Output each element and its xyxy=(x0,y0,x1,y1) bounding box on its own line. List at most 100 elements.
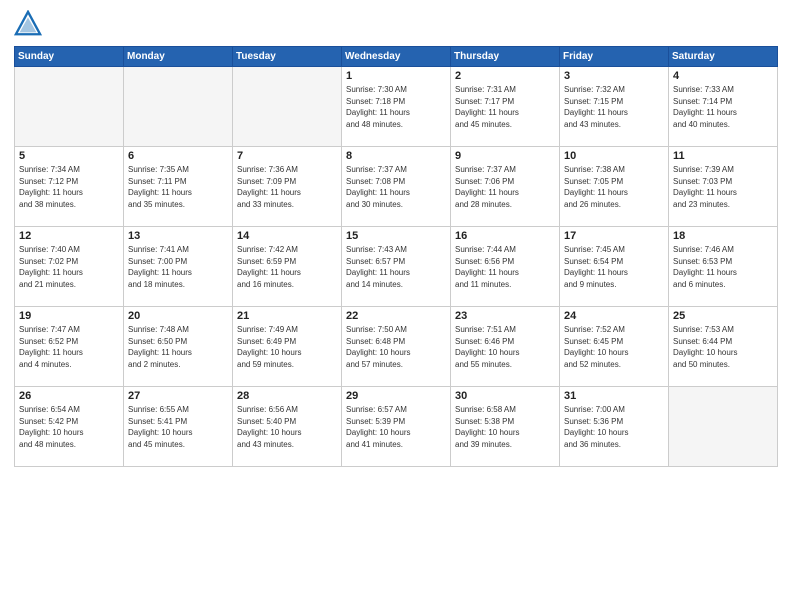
day-number: 1 xyxy=(346,70,446,82)
day-info: Sunrise: 6:56 AM Sunset: 5:40 PM Dayligh… xyxy=(237,404,337,450)
day-info: Sunrise: 7:51 AM Sunset: 6:46 PM Dayligh… xyxy=(455,324,555,370)
week-row-4: 19 Sunrise: 7:47 AM Sunset: 6:52 PM Dayli… xyxy=(15,307,778,387)
day-cell: 4Sunrise: 7:33 AM Sunset: 7:14 PM Daylig… xyxy=(669,67,778,147)
day-cell: 27 Sunrise: 6:55 AM Sunset: 5:41 PM Dayli… xyxy=(124,387,233,467)
day-cell: 21Sunrise: 7:49 AM Sunset: 6:49 PM Dayli… xyxy=(233,307,342,387)
day-cell: 9Sunrise: 7:37 AM Sunset: 7:06 PM Daylig… xyxy=(451,147,560,227)
day-cell xyxy=(669,387,778,467)
week-row-1: 1Sunrise: 7:30 AM Sunset: 7:18 PM Daylig… xyxy=(15,67,778,147)
day-number: 13 xyxy=(128,230,228,242)
day-info: Sunrise: 7:47 AM Sunset: 6:52 PM Dayligh… xyxy=(19,324,119,370)
header-cell-sunday: Sunday xyxy=(15,47,124,67)
logo xyxy=(14,10,46,38)
day-number: 12 xyxy=(19,230,119,242)
day-info: Sunrise: 7:37 AM Sunset: 7:08 PM Dayligh… xyxy=(346,164,446,210)
day-cell: 24 Sunrise: 7:52 AM Sunset: 6:45 PM Dayli… xyxy=(560,307,669,387)
header xyxy=(14,10,778,38)
day-number: 25 xyxy=(673,310,773,322)
day-cell xyxy=(233,67,342,147)
day-number: 31 xyxy=(564,390,664,402)
day-info: Sunrise: 7:41 AM Sunset: 7:00 PM Dayligh… xyxy=(128,244,228,290)
page: SundayMondayTuesdayWednesdayThursdayFrid… xyxy=(0,0,792,612)
day-info: Sunrise: 7:45 AM Sunset: 6:54 PM Dayligh… xyxy=(564,244,664,290)
header-row: SundayMondayTuesdayWednesdayThursdayFrid… xyxy=(15,47,778,67)
header-cell-thursday: Thursday xyxy=(451,47,560,67)
day-cell: 22Sunrise: 7:50 AM Sunset: 6:48 PM Dayli… xyxy=(342,307,451,387)
day-info: Sunrise: 7:44 AM Sunset: 6:56 PM Dayligh… xyxy=(455,244,555,290)
day-number: 19 xyxy=(19,310,119,322)
day-info: Sunrise: 7:37 AM Sunset: 7:06 PM Dayligh… xyxy=(455,164,555,210)
day-info: Sunrise: 7:36 AM Sunset: 7:09 PM Dayligh… xyxy=(237,164,337,210)
day-number: 2 xyxy=(455,70,555,82)
day-info: Sunrise: 7:40 AM Sunset: 7:02 PM Dayligh… xyxy=(19,244,119,290)
day-info: Sunrise: 7:00 AM Sunset: 5:36 PM Dayligh… xyxy=(564,404,664,450)
day-info: Sunrise: 6:57 AM Sunset: 5:39 PM Dayligh… xyxy=(346,404,446,450)
day-info: Sunrise: 7:50 AM Sunset: 6:48 PM Dayligh… xyxy=(346,324,446,370)
day-cell: 18Sunrise: 7:46 AM Sunset: 6:53 PM Dayli… xyxy=(669,227,778,307)
day-cell: 17 Sunrise: 7:45 AM Sunset: 6:54 PM Dayli… xyxy=(560,227,669,307)
day-number: 14 xyxy=(237,230,337,242)
day-info: Sunrise: 7:53 AM Sunset: 6:44 PM Dayligh… xyxy=(673,324,773,370)
day-number: 10 xyxy=(564,150,664,162)
day-number: 6 xyxy=(128,150,228,162)
day-cell: 23Sunrise: 7:51 AM Sunset: 6:46 PM Dayli… xyxy=(451,307,560,387)
day-number: 28 xyxy=(237,390,337,402)
header-cell-saturday: Saturday xyxy=(669,47,778,67)
day-number: 17 xyxy=(564,230,664,242)
day-number: 18 xyxy=(673,230,773,242)
day-cell: 28 Sunrise: 6:56 AM Sunset: 5:40 PM Dayli… xyxy=(233,387,342,467)
day-cell xyxy=(15,67,124,147)
day-cell: 16 Sunrise: 7:44 AM Sunset: 6:56 PM Dayli… xyxy=(451,227,560,307)
day-cell: 13 Sunrise: 7:41 AM Sunset: 7:00 PM Dayli… xyxy=(124,227,233,307)
day-number: 21 xyxy=(237,310,337,322)
day-cell: 12 Sunrise: 7:40 AM Sunset: 7:02 PM Dayli… xyxy=(15,227,124,307)
day-number: 4 xyxy=(673,70,773,82)
day-number: 3 xyxy=(564,70,664,82)
day-number: 29 xyxy=(346,390,446,402)
day-cell xyxy=(124,67,233,147)
day-number: 16 xyxy=(455,230,555,242)
day-info: Sunrise: 7:52 AM Sunset: 6:45 PM Dayligh… xyxy=(564,324,664,370)
day-cell: 5Sunrise: 7:34 AM Sunset: 7:12 PM Daylig… xyxy=(15,147,124,227)
day-number: 27 xyxy=(128,390,228,402)
day-number: 8 xyxy=(346,150,446,162)
day-cell: 3 Sunrise: 7:32 AM Sunset: 7:15 PM Daylig… xyxy=(560,67,669,147)
day-cell: 30 Sunrise: 6:58 AM Sunset: 5:38 PM Dayli… xyxy=(451,387,560,467)
day-info: Sunrise: 7:31 AM Sunset: 7:17 PM Dayligh… xyxy=(455,84,555,130)
day-info: Sunrise: 7:34 AM Sunset: 7:12 PM Dayligh… xyxy=(19,164,119,210)
day-cell: 11 Sunrise: 7:39 AM Sunset: 7:03 PM Dayli… xyxy=(669,147,778,227)
day-cell: 15Sunrise: 7:43 AM Sunset: 6:57 PM Dayli… xyxy=(342,227,451,307)
logo-icon xyxy=(14,10,42,38)
day-cell: 1Sunrise: 7:30 AM Sunset: 7:18 PM Daylig… xyxy=(342,67,451,147)
day-cell: 8 Sunrise: 7:37 AM Sunset: 7:08 PM Daylig… xyxy=(342,147,451,227)
day-info: Sunrise: 6:55 AM Sunset: 5:41 PM Dayligh… xyxy=(128,404,228,450)
day-info: Sunrise: 7:48 AM Sunset: 6:50 PM Dayligh… xyxy=(128,324,228,370)
day-info: Sunrise: 6:58 AM Sunset: 5:38 PM Dayligh… xyxy=(455,404,555,450)
day-cell: 25 Sunrise: 7:53 AM Sunset: 6:44 PM Dayli… xyxy=(669,307,778,387)
day-cell: 20 Sunrise: 7:48 AM Sunset: 6:50 PM Dayli… xyxy=(124,307,233,387)
day-cell: 29 Sunrise: 6:57 AM Sunset: 5:39 PM Dayli… xyxy=(342,387,451,467)
day-number: 26 xyxy=(19,390,119,402)
day-info: Sunrise: 7:38 AM Sunset: 7:05 PM Dayligh… xyxy=(564,164,664,210)
header-cell-friday: Friday xyxy=(560,47,669,67)
day-number: 20 xyxy=(128,310,228,322)
day-info: Sunrise: 7:42 AM Sunset: 6:59 PM Dayligh… xyxy=(237,244,337,290)
day-cell: 7 Sunrise: 7:36 AM Sunset: 7:09 PM Daylig… xyxy=(233,147,342,227)
header-cell-wednesday: Wednesday xyxy=(342,47,451,67)
day-cell: 6 Sunrise: 7:35 AM Sunset: 7:11 PM Daylig… xyxy=(124,147,233,227)
day-cell: 10 Sunrise: 7:38 AM Sunset: 7:05 PM Dayli… xyxy=(560,147,669,227)
day-number: 30 xyxy=(455,390,555,402)
week-row-5: 26Sunrise: 6:54 AM Sunset: 5:42 PM Dayli… xyxy=(15,387,778,467)
week-row-2: 5Sunrise: 7:34 AM Sunset: 7:12 PM Daylig… xyxy=(15,147,778,227)
day-cell: 14 Sunrise: 7:42 AM Sunset: 6:59 PM Dayli… xyxy=(233,227,342,307)
calendar: SundayMondayTuesdayWednesdayThursdayFrid… xyxy=(14,46,778,467)
day-number: 11 xyxy=(673,150,773,162)
week-row-3: 12 Sunrise: 7:40 AM Sunset: 7:02 PM Dayli… xyxy=(15,227,778,307)
day-number: 7 xyxy=(237,150,337,162)
header-cell-monday: Monday xyxy=(124,47,233,67)
day-number: 24 xyxy=(564,310,664,322)
day-info: Sunrise: 7:35 AM Sunset: 7:11 PM Dayligh… xyxy=(128,164,228,210)
header-cell-tuesday: Tuesday xyxy=(233,47,342,67)
day-info: Sunrise: 7:32 AM Sunset: 7:15 PM Dayligh… xyxy=(564,84,664,130)
day-info: Sunrise: 7:39 AM Sunset: 7:03 PM Dayligh… xyxy=(673,164,773,210)
